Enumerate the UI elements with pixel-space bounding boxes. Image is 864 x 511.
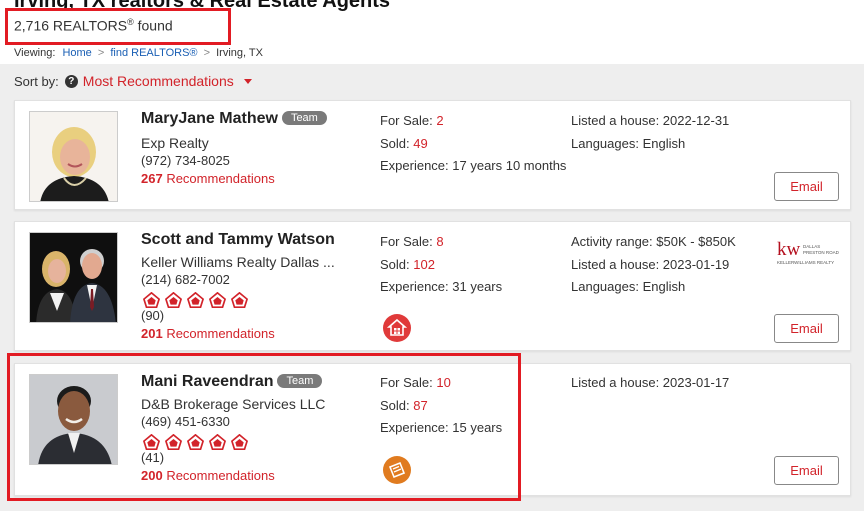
star-icon [165,292,182,308]
sold-stat: Sold: 87 [380,398,428,413]
agent-photo[interactable] [29,111,118,202]
email-button[interactable]: Email [774,172,839,201]
agent-company: Keller Williams Realty Dallas ... [141,254,335,270]
for-sale-stat: For Sale: 8 [380,234,444,249]
email-button[interactable]: Email [774,314,839,343]
agent-company: D&B Brokerage Services LLC [141,396,326,412]
sort-dropdown[interactable]: Most Recommendations [83,73,252,89]
page-title: Irving, TX realtors & Real Estate Agents [14,0,391,12]
listed-house-stat: Listed a house: 2023-01-19 [571,257,730,272]
specialist-badge-icon [383,456,411,484]
listed-house-stat: Listed a house: 2023-01-17 [571,375,730,390]
sort-bar: Sort by: ? Most Recommendations [14,73,252,89]
star-icon [165,434,182,450]
agent-phone[interactable]: (972) 734-8025 [141,153,230,168]
star-icon [231,292,248,308]
star-icon [187,434,204,450]
breadcrumb: Viewing: Home > find REALTORS® > Irving,… [14,47,263,59]
agent-portrait-image [30,375,117,464]
registered-mark: ® [127,17,134,27]
agent-card: MaryJane Mathew Team Exp Realty (972) 734… [14,100,851,210]
star-rating[interactable] [143,434,248,450]
agent-name[interactable]: Mani Raveendran Team [141,373,323,391]
help-icon[interactable]: ? [64,74,78,88]
brokerage-logo: kw DALLAS PRESTON ROAD KELLERWILLIAMS RE… [777,239,839,265]
breadcrumb-find-realtors-link[interactable]: find REALTORS® [110,47,197,59]
agent-portrait-image [30,112,117,201]
recommendations-link[interactable]: 201 Recommendations [141,326,275,341]
review-count[interactable]: (41) [141,450,164,465]
agent-phone[interactable]: (469) 451-6330 [141,414,230,429]
agent-photo[interactable] [29,232,118,323]
experience-stat: Experience: 17 years 10 months [380,158,567,173]
for-sale-stat: For Sale: 10 [380,375,451,390]
agent-portrait-image [30,233,117,322]
agent-name[interactable]: MaryJane Mathew Team [141,110,327,128]
breadcrumb-label: Viewing: [14,47,56,59]
sold-stat: Sold: 102 [380,257,435,272]
for-sale-stat: For Sale: 2 [380,113,444,128]
star-icon [209,292,226,308]
agent-company: Exp Realty [141,135,209,151]
star-icon [143,434,160,450]
sold-stat: Sold: 49 [380,136,428,151]
team-badge: Team [277,374,323,388]
breadcrumb-separator-icon: > [97,47,105,59]
star-icon [209,434,226,450]
listed-house-stat: Listed a house: 2022-12-31 [571,113,730,128]
sort-selected-value: Most Recommendations [82,73,234,89]
languages-stat: Languages: English [571,279,686,294]
breadcrumb-home-link[interactable]: Home [62,47,91,59]
recommendations-link[interactable]: 267 Recommendations [141,171,275,186]
agent-name[interactable]: Scott and Tammy Watson [141,231,335,249]
recommendations-link[interactable]: 200 Recommendations [141,468,275,483]
experience-stat: Experience: 31 years [380,279,503,294]
star-icon [187,292,204,308]
review-count[interactable]: (90) [141,308,164,323]
breadcrumb-current: Irving, TX [216,47,263,59]
agent-card: Mani Raveendran Team D&B Brokerage Servic… [14,363,851,496]
sort-label: Sort by: [14,73,59,89]
agent-card: Scott and Tammy Watson Keller Williams R… [14,221,851,351]
email-button[interactable]: Email [774,456,839,485]
agent-phone[interactable]: (214) 682-7002 [141,272,230,287]
languages-stat: Languages: English [571,136,686,151]
results-count: 2,716 REALTORS® found [14,17,173,34]
results-header: Irving, TX realtors & Real Estate Agents… [0,0,864,64]
star-icon [231,434,248,450]
agent-photo[interactable] [29,374,118,465]
star-icon [143,292,160,308]
star-rating[interactable] [143,292,248,308]
caret-down-icon [243,78,252,84]
activity-range-stat: Activity range: $50K - $850K [571,234,736,249]
experience-stat: Experience: 15 years [380,420,503,435]
breadcrumb-separator-icon: > [203,47,211,59]
home-certification-icon [383,314,411,342]
team-badge: Team [281,111,327,125]
